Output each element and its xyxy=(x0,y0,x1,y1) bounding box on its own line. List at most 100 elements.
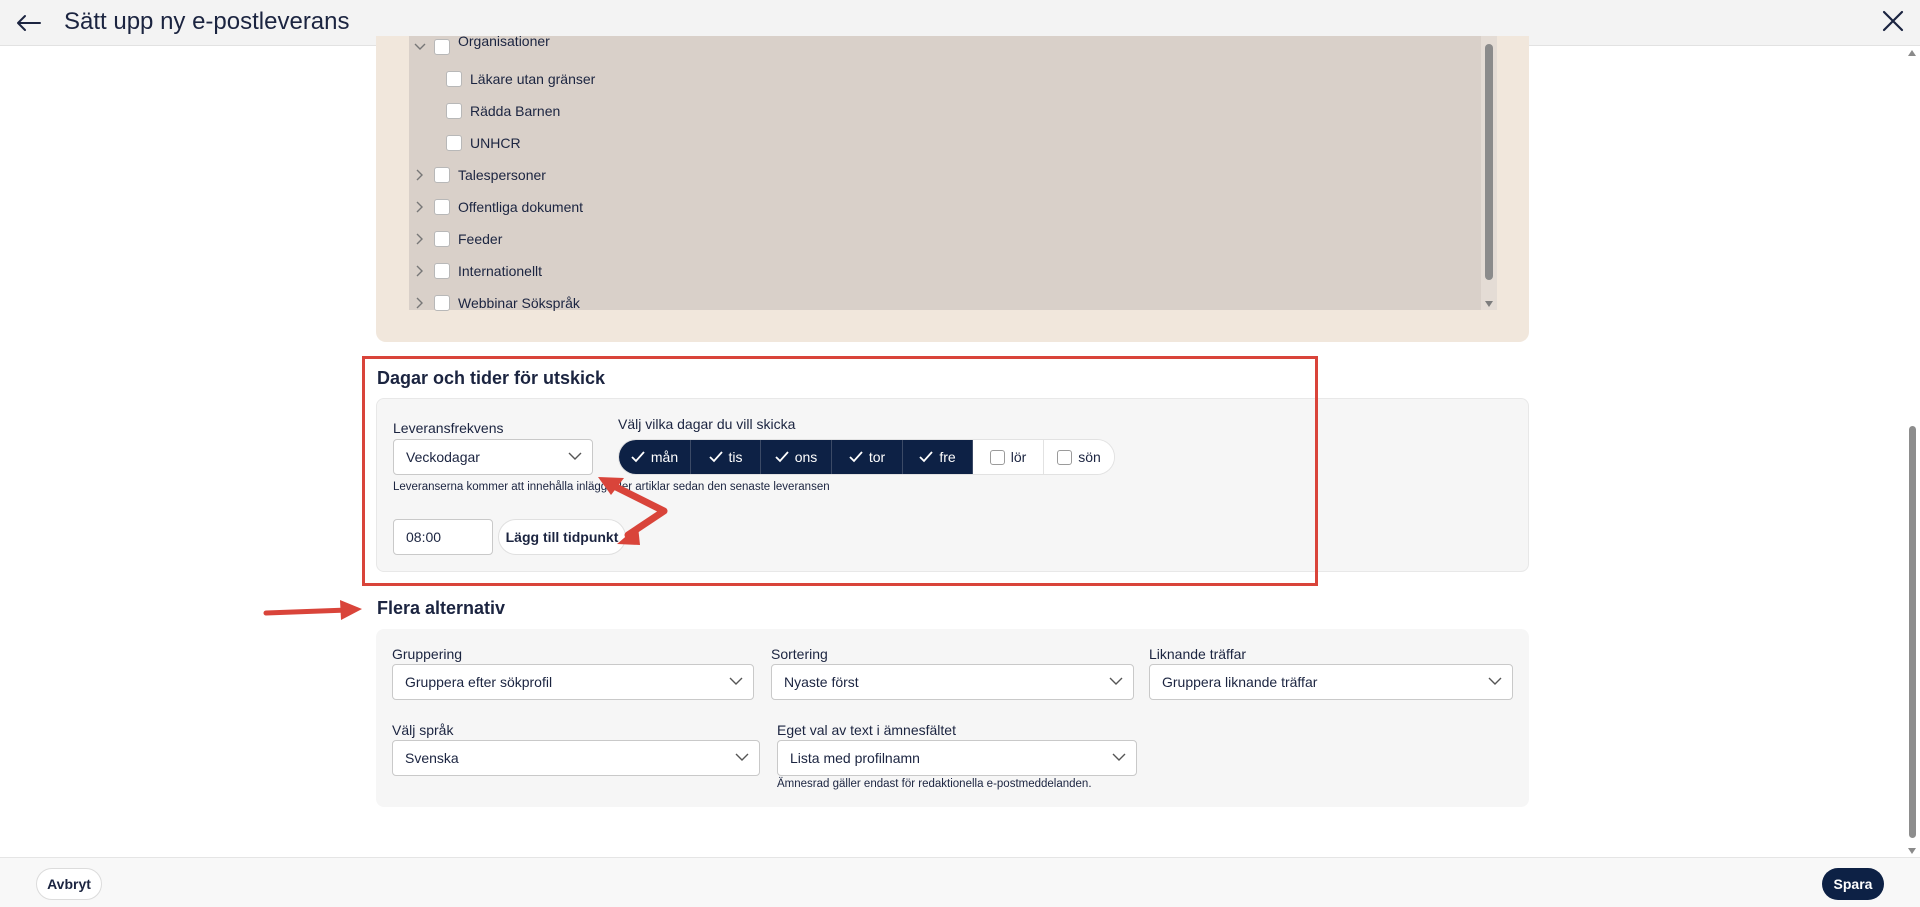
days-label: Välj vilka dagar du vill skicka xyxy=(618,416,796,432)
chevron-down-icon[interactable] xyxy=(414,41,426,53)
day-toggle-lor[interactable]: lör xyxy=(973,440,1044,474)
time-input[interactable]: 08:00 xyxy=(393,519,493,555)
scroll-down-icon[interactable] xyxy=(1908,848,1916,854)
arrow-left-icon xyxy=(17,15,41,31)
day-toggle-ons[interactable]: ons xyxy=(761,440,832,474)
tree-item-feeder[interactable]: Feeder xyxy=(414,229,502,249)
day-label: tor xyxy=(868,449,886,465)
check-icon xyxy=(775,451,789,463)
schedule-section-title: Dagar och tider för utskick xyxy=(377,368,606,388)
similar-hits-value: Gruppera liknande träffar xyxy=(1162,674,1318,690)
tree-item-label: Offentliga dokument xyxy=(458,199,584,215)
sorting-value: Nyaste först xyxy=(784,674,859,690)
footer-bar: Avbryt Spara xyxy=(0,857,1920,907)
day-label: fre xyxy=(939,449,956,465)
chevron-down-icon xyxy=(1112,753,1126,761)
subject-value: Lista med profilnamn xyxy=(790,750,920,766)
cancel-button[interactable]: Avbryt xyxy=(36,868,102,900)
check-icon xyxy=(631,451,645,463)
language-label: Välj språk xyxy=(392,722,454,738)
tree-item-internationellt[interactable]: Internationellt xyxy=(414,261,542,281)
tree-item-offentliga-dokument[interactable]: Offentliga dokument xyxy=(414,197,583,217)
tree-item-label: Talespersoner xyxy=(458,167,546,183)
frequency-label: Leveransfrekvens xyxy=(393,420,504,436)
day-toggle-tor[interactable]: tor xyxy=(832,440,903,474)
checkbox[interactable] xyxy=(434,39,450,55)
tree-item-label: Organisationer xyxy=(458,33,550,49)
day-label: sön xyxy=(1078,449,1101,465)
chevron-right-icon[interactable] xyxy=(414,169,426,181)
checkbox[interactable] xyxy=(446,71,462,87)
checkbox[interactable] xyxy=(434,231,450,247)
checkbox[interactable] xyxy=(434,199,450,215)
sorting-select[interactable]: Nyaste först xyxy=(771,664,1134,700)
tree-item-unhcr[interactable]: UNHCR xyxy=(446,133,521,153)
close-button[interactable] xyxy=(1878,6,1908,36)
frequency-help-text: Leveranserna kommer att innehålla inlägg… xyxy=(393,481,830,493)
tree-item-talespersoner[interactable]: Talespersoner xyxy=(414,165,546,185)
sorting-label: Sortering xyxy=(771,646,828,662)
scroll-up-icon[interactable] xyxy=(1908,50,1916,56)
tree-item-label: Internationellt xyxy=(458,263,543,279)
tree-item-webbinar-soksprak[interactable]: Webbinar Sökspråk xyxy=(414,293,580,313)
checkbox[interactable] xyxy=(434,167,450,183)
similar-hits-select[interactable]: Gruppera liknande träffar xyxy=(1149,664,1513,700)
subject-help-text: Ämnesrad gäller endast för redaktionella… xyxy=(777,778,1092,790)
checkbox[interactable] xyxy=(446,103,462,119)
language-value: Svenska xyxy=(405,750,459,766)
grouping-label: Gruppering xyxy=(392,646,463,662)
tree-item-label: Feeder xyxy=(458,231,503,247)
day-toggle-fre[interactable]: fre xyxy=(903,440,973,474)
grouping-select[interactable]: Gruppera efter sökprofil xyxy=(392,664,754,700)
tree-item-lakare-utan-granser[interactable]: Läkare utan gränser xyxy=(446,69,595,89)
tree-scroll-thumb[interactable] xyxy=(1485,44,1493,280)
tree-scrollbar[interactable] xyxy=(1481,36,1497,310)
chevron-right-icon[interactable] xyxy=(414,297,426,309)
check-icon xyxy=(849,451,863,463)
day-label: tis xyxy=(728,449,743,465)
day-label: ons xyxy=(794,449,818,465)
chevron-right-icon[interactable] xyxy=(414,201,426,213)
back-button[interactable] xyxy=(14,9,44,37)
check-icon xyxy=(708,451,723,463)
days-selector: mån tis ons tor fre lör sön xyxy=(618,439,1115,475)
page-scroll-thumb[interactable] xyxy=(1909,426,1916,838)
chevron-down-icon xyxy=(735,753,749,761)
subject-label: Eget val av text i ämnesfältet xyxy=(777,722,956,738)
checkbox[interactable] xyxy=(434,263,450,279)
close-icon xyxy=(1882,10,1904,32)
day-label: lör xyxy=(1010,449,1027,465)
add-time-button[interactable]: Lägg till tidpunkt xyxy=(498,519,626,555)
tree-scroll-down-icon[interactable] xyxy=(1485,301,1493,307)
page-scrollbar[interactable] xyxy=(1905,46,1920,856)
day-label: mån xyxy=(650,449,679,465)
chevron-down-icon xyxy=(1109,677,1123,685)
grouping-value: Gruppera efter sökprofil xyxy=(405,674,553,690)
checkbox[interactable] xyxy=(989,449,1005,465)
save-button[interactable]: Spara xyxy=(1822,868,1884,900)
chevron-down-icon xyxy=(568,452,582,460)
day-toggle-son[interactable]: sön xyxy=(1044,440,1114,474)
chevron-down-icon xyxy=(1488,677,1502,685)
subject-select[interactable]: Lista med profilnamn xyxy=(777,740,1137,776)
tree-item-organisationer[interactable]: Organisationer xyxy=(414,33,550,57)
more-options-title: Flera alternativ xyxy=(377,598,506,618)
language-select[interactable]: Svenska xyxy=(392,740,760,776)
chevron-right-icon[interactable] xyxy=(414,233,426,245)
tree-item-radda-barnen[interactable]: Rädda Barnen xyxy=(446,101,560,121)
checkbox[interactable] xyxy=(434,295,450,311)
page-title: Sätt upp ny e-postleverans xyxy=(64,8,350,35)
chevron-right-icon[interactable] xyxy=(414,265,426,277)
tree-item-label: Rädda Barnen xyxy=(470,103,561,119)
similar-hits-label: Liknande träffar xyxy=(1149,646,1247,662)
day-toggle-tis[interactable]: tis xyxy=(691,440,761,474)
checkbox[interactable] xyxy=(1057,449,1073,465)
tree-item-label: Läkare utan gränser xyxy=(470,71,596,87)
frequency-select[interactable]: Veckodagar xyxy=(393,439,593,475)
checkbox[interactable] xyxy=(446,135,462,151)
chevron-down-icon xyxy=(729,677,743,685)
arrow-right-icon xyxy=(263,600,362,620)
tree-item-label: Webbinar Sökspråk xyxy=(458,295,580,311)
day-toggle-man[interactable]: mån xyxy=(619,440,691,474)
frequency-value: Veckodagar xyxy=(406,449,480,465)
